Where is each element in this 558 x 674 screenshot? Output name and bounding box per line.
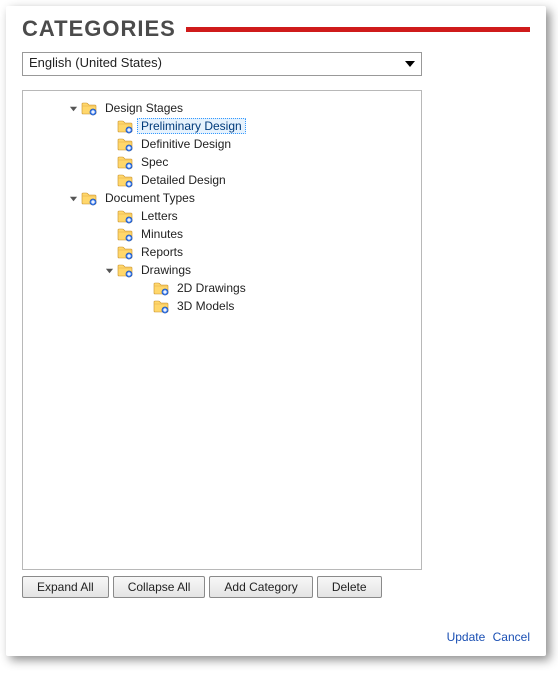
tree-row[interactable]: Spec (45, 153, 417, 171)
tree-node: Minutes (45, 225, 417, 243)
tree-node: Document TypesLettersMinutesReportsDrawi… (27, 189, 417, 315)
category-tree[interactable]: Design Stages Preliminary Design Definitiv… (22, 90, 422, 570)
tree-toolbar: Expand All Collapse All Add Category Del… (22, 576, 530, 598)
tree-node: Definitive Design (45, 135, 417, 153)
folder-tag-icon (117, 136, 133, 152)
tree-node: Detailed Design (45, 171, 417, 189)
tree-toggle-icon[interactable] (103, 264, 115, 276)
tree-node: Reports (45, 243, 417, 261)
tree-row[interactable]: Detailed Design (45, 171, 417, 189)
tree-row[interactable]: 3D Models (63, 297, 417, 315)
tree-row[interactable]: Drawings (45, 261, 417, 279)
folder-tag-icon (153, 280, 169, 296)
folder-tag-icon (117, 262, 133, 278)
tree-node: 2D Drawings (63, 279, 417, 297)
tree-node-label[interactable]: Design Stages (101, 100, 187, 116)
tree-node-label[interactable]: Spec (137, 154, 172, 170)
tree-row[interactable]: Preliminary Design (45, 117, 417, 135)
tree-node: Letters (45, 207, 417, 225)
page-title: CATEGORIES (22, 16, 186, 42)
tree-toggle-icon[interactable] (67, 102, 79, 114)
collapse-all-button[interactable]: Collapse All (113, 576, 206, 598)
tree-node-label[interactable]: 2D Drawings (173, 280, 250, 296)
tree-row[interactable]: Minutes (45, 225, 417, 243)
tree-node: Drawings 2D Drawings 3D Models (45, 261, 417, 315)
tree-node: Preliminary Design (45, 117, 417, 135)
update-link[interactable]: Update (447, 630, 486, 644)
categories-panel: CATEGORIES English (United States) Desig… (6, 6, 546, 656)
header: CATEGORIES (22, 16, 530, 42)
expand-all-button[interactable]: Expand All (22, 576, 109, 598)
tree-row[interactable]: Document Types (27, 189, 417, 207)
footer-links: Update Cancel (443, 630, 530, 644)
tree-node-label[interactable]: Detailed Design (137, 172, 230, 188)
folder-tag-icon (117, 208, 133, 224)
tree-node-label[interactable]: Minutes (137, 226, 187, 242)
header-rule (186, 27, 530, 32)
delete-button[interactable]: Delete (317, 576, 382, 598)
tree-node-label[interactable]: Preliminary Design (137, 118, 246, 134)
tree-toggle-icon[interactable] (67, 192, 79, 204)
folder-tag-icon (117, 154, 133, 170)
tree-node: Spec (45, 153, 417, 171)
folder-tag-icon (153, 298, 169, 314)
folder-tag-icon (117, 172, 133, 188)
tree-row[interactable]: 2D Drawings (63, 279, 417, 297)
tree-node-label[interactable]: Document Types (101, 190, 199, 206)
tree-row[interactable]: Design Stages (27, 99, 417, 117)
tree-node-label[interactable]: Drawings (137, 262, 195, 278)
folder-tag-icon (117, 118, 133, 134)
folder-tag-icon (117, 226, 133, 242)
cancel-link[interactable]: Cancel (493, 630, 530, 644)
tree-node: Design Stages Preliminary Design Definitiv… (27, 99, 417, 189)
folder-tag-icon (81, 100, 97, 116)
tree-node-label[interactable]: Reports (137, 244, 187, 260)
tree-row[interactable]: Letters (45, 207, 417, 225)
language-select-value: English (United States) (29, 55, 162, 70)
tree-node-label[interactable]: Letters (137, 208, 182, 224)
tree-row[interactable]: Definitive Design (45, 135, 417, 153)
tree-row[interactable]: Reports (45, 243, 417, 261)
folder-tag-icon (81, 190, 97, 206)
dropdown-caret-icon (405, 61, 415, 67)
tree-node-label[interactable]: 3D Models (173, 298, 238, 314)
tree-node: 3D Models (63, 297, 417, 315)
tree-node-label[interactable]: Definitive Design (137, 136, 235, 152)
language-select[interactable]: English (United States) (22, 52, 422, 76)
folder-tag-icon (117, 244, 133, 260)
add-category-button[interactable]: Add Category (209, 576, 312, 598)
